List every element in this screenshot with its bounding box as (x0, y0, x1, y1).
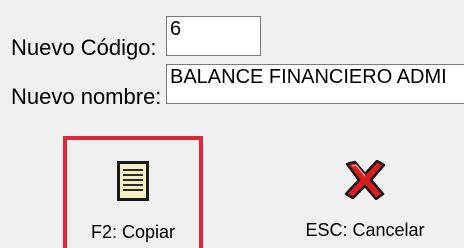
code-field[interactable]: 6 (166, 16, 261, 56)
document-icon (116, 160, 150, 206)
red-x-icon (343, 159, 387, 204)
copy-button[interactable]: F2: Copiar (63, 136, 203, 248)
code-label: Nuevo Código: (11, 35, 157, 60)
cancel-button-label: ESC: Cancelar (305, 220, 425, 240)
name-label: Nuevo nombre: (11, 84, 162, 109)
name-field[interactable]: BALANCE FINANCIERO ADMI (166, 64, 464, 104)
copy-button-label: F2: Copiar (90, 222, 176, 242)
cancel-button[interactable]: ESC: Cancelar (290, 136, 440, 248)
